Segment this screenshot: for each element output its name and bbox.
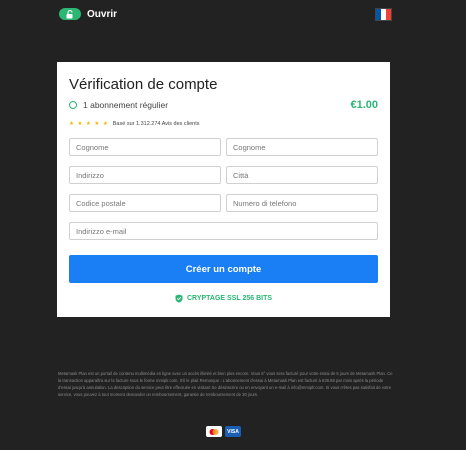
ssl-badge: CRYPTAGE SSL 256 BITS: [57, 294, 390, 303]
subscription-radio-icon[interactable]: [69, 101, 77, 109]
email-field[interactable]: [69, 222, 378, 240]
rating-text: Basé sur 1.312.274 Avis des clients: [112, 121, 200, 127]
subscription-label: 1 abonnement régulier: [83, 100, 169, 110]
zip-field[interactable]: [69, 194, 221, 212]
flag-stripe-red: [386, 9, 391, 20]
rating-row: ★ ★ ★ ★ ★ Basé sur 1.312.274 Avis des cl…: [69, 121, 200, 127]
unlock-icon: [59, 8, 81, 20]
phone-field[interactable]: [226, 194, 378, 212]
unlock-label: Ouvrir: [87, 8, 118, 20]
city-field[interactable]: [226, 166, 378, 184]
rating-stars-icon: ★ ★ ★ ★ ★: [69, 121, 109, 127]
visa-icon: VISA: [225, 426, 241, 437]
mastercard-icon: [206, 426, 222, 437]
first-name-field[interactable]: [69, 138, 221, 156]
footer-disclaimer: Metamask Plan est un portail de contenu …: [58, 371, 393, 397]
ssl-label: CRYPTAGE SSL 256 BITS: [186, 295, 273, 302]
last-name-field[interactable]: [226, 138, 378, 156]
subscription-price: €1.00: [350, 99, 378, 111]
france-flag-icon[interactable]: [375, 8, 392, 21]
page: Ouvrir Vérification de compte 1 abonneme…: [0, 0, 466, 450]
address-field[interactable]: [69, 166, 221, 184]
account-verification-card: Vérification de compte 1 abonnement régu…: [57, 62, 390, 317]
shield-check-icon: [175, 294, 183, 303]
payment-methods: VISA: [206, 426, 241, 437]
page-title: Vérification de compte: [69, 76, 218, 93]
create-account-button[interactable]: Créer un compte: [69, 255, 378, 283]
unlock-button[interactable]: Ouvrir: [59, 8, 117, 20]
subscription-row[interactable]: 1 abonnement régulier €1.00: [69, 98, 378, 112]
top-bar: Ouvrir: [0, 0, 466, 30]
